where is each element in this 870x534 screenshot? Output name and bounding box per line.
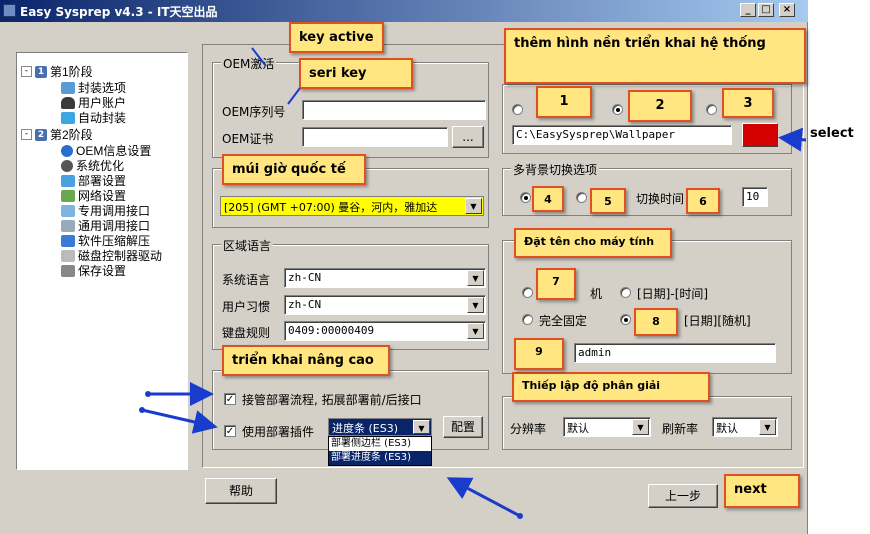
arrow-to-plugin: [141, 408, 218, 434]
arrow-dot: [145, 391, 151, 397]
arrow-to-help: [446, 477, 521, 518]
arrow-dot: [139, 407, 145, 413]
annotation-arrows: [139, 47, 807, 519]
arrow-key-active: [251, 47, 267, 67]
arrow-seri-key: [287, 87, 301, 105]
arrow-dot: [517, 513, 523, 519]
arrow-to-color-button: [778, 127, 807, 152]
